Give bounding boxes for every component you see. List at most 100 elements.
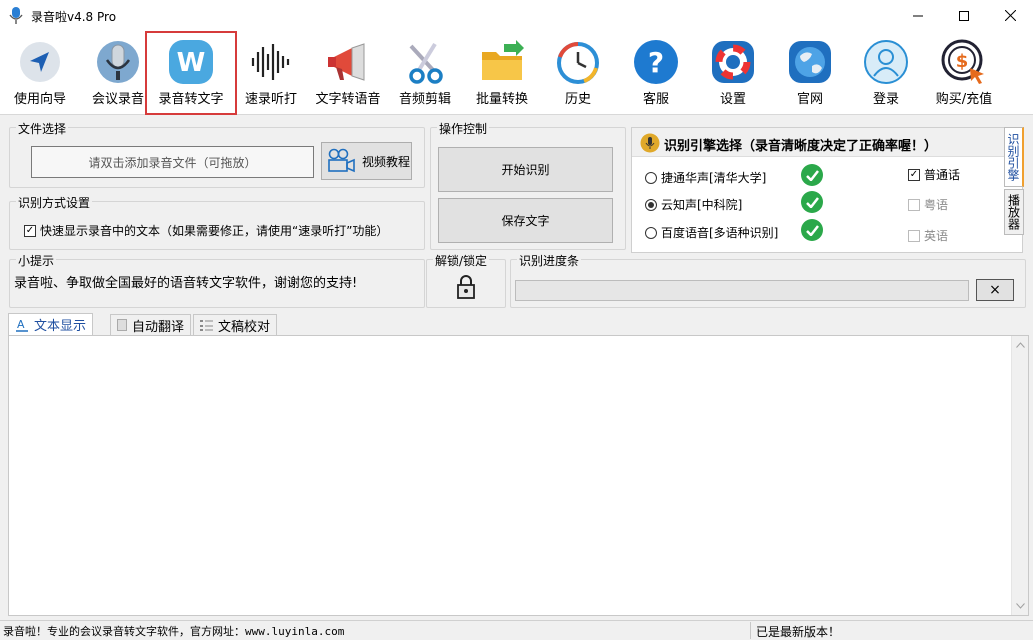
- engine-option-label: 百度语音[多语种识别]: [661, 226, 779, 240]
- w-logo-icon: W: [169, 40, 213, 84]
- check-circle-icon: [801, 191, 823, 213]
- cancel-progress-button[interactable]: ×: [976, 279, 1014, 301]
- tab-label: 文本显示: [34, 319, 87, 334]
- close-icon: [1004, 10, 1016, 21]
- minimize-button[interactable]: [895, 0, 941, 31]
- file-select-title: 文件选择: [16, 120, 69, 137]
- toolbar-speed-typing[interactable]: 速录听打: [237, 31, 305, 115]
- globe-icon: [789, 41, 831, 83]
- main-toolbar: 使用向导 会议录音 W 录音转文字 速录听打 文字转语音 音频剪辑 批量转换 历…: [0, 31, 1033, 115]
- language-mandarin-checkbox[interactable]: ✓ 普通话: [908, 166, 960, 183]
- toolbar-website[interactable]: 官网: [776, 31, 844, 115]
- fast-display-checkbox[interactable]: ✓ 快速显示录音中的文本（如果需要修正，请使用“速录听打”功能）: [24, 222, 388, 239]
- status-right-text: 已是最新版本！: [756, 625, 841, 639]
- tab-label: 文稿校对: [218, 319, 271, 335]
- maximize-button[interactable]: [941, 0, 987, 31]
- app-logo-icon: [9, 7, 23, 24]
- toolbar-text-to-speech[interactable]: 文字转语音: [309, 31, 387, 115]
- video-tutorial-label: 视频教程: [362, 154, 411, 169]
- tip-title: 小提示: [16, 252, 57, 269]
- language-label: 英语: [924, 229, 949, 243]
- tip-text: 录音啦、争取做全国最好的语音转文字软件，谢谢您的支持!: [14, 276, 358, 291]
- document-icon: [117, 319, 127, 331]
- engine-option-label: 捷通华声[清华大学]: [661, 171, 767, 185]
- progress-title: 识别进度条: [517, 252, 582, 269]
- list-icon: [200, 319, 213, 331]
- video-tutorial-button[interactable]: 视频教程: [321, 142, 412, 180]
- toolbar-support[interactable]: ? 客服: [622, 31, 690, 115]
- title-bar: 录音啦v4.8 Pro: [0, 0, 1033, 31]
- engine-option-label: 云知声[中科院]: [661, 198, 743, 212]
- window-title: 录音啦v4.8 Pro: [31, 10, 117, 24]
- text-a-icon: A: [16, 318, 28, 332]
- svg-text:W: W: [177, 48, 206, 78]
- scroll-up-icon[interactable]: [1016, 342, 1025, 348]
- checkbox-checked-icon: ✓: [24, 224, 36, 237]
- engine-option-baidu[interactable]: 百度语音[多语种识别]: [645, 224, 778, 241]
- lock-title: 解锁/锁定: [433, 252, 490, 269]
- close-button[interactable]: [987, 0, 1033, 31]
- tab-proofread[interactable]: 文稿校对: [193, 314, 278, 335]
- toolbar-audio-to-text[interactable]: W 录音转文字: [145, 31, 237, 115]
- text-display-area[interactable]: [8, 335, 1029, 616]
- padlock-icon[interactable]: [455, 274, 477, 300]
- checkbox-icon: [908, 198, 920, 211]
- maximize-icon: [959, 10, 969, 21]
- history-clock-icon: [557, 42, 599, 84]
- status-left-text: 录音啦！专业的会议录音转文字软件，官方网址：www.luyinla.com: [3, 625, 345, 638]
- toolbar-guide[interactable]: 使用向导: [4, 31, 76, 115]
- svg-text:A: A: [17, 318, 25, 331]
- toolbar-history[interactable]: 历史: [544, 31, 612, 115]
- engine-option-jietong[interactable]: 捷通华声[清华大学]: [645, 169, 766, 186]
- add-audio-file-button[interactable]: 请双击添加录音文件（可拖放）: [31, 146, 314, 178]
- megaphone-icon: [328, 43, 365, 81]
- radio-icon: [645, 226, 657, 239]
- checkbox-checked-icon: ✓: [908, 168, 920, 181]
- toolbar-meeting-record[interactable]: 会议录音: [82, 31, 154, 115]
- cursor-arrow-icon: [20, 42, 60, 82]
- minimize-icon: [913, 15, 923, 16]
- status-divider: [750, 622, 751, 639]
- toolbar-login[interactable]: 登录: [852, 31, 920, 115]
- svg-text:$: $: [956, 51, 969, 72]
- svg-text:?: ?: [648, 46, 664, 79]
- scissors-icon: [409, 42, 443, 84]
- video-camera-icon: [328, 148, 355, 173]
- status-bar: 录音啦！专业的会议录音转文字软件，官方网址：www.luyinla.com 已是…: [0, 620, 1033, 639]
- engine-mic-icon: [640, 133, 660, 153]
- dollar-cursor-icon: $: [941, 39, 984, 84]
- scroll-down-icon[interactable]: [1016, 603, 1025, 609]
- check-circle-icon: [801, 164, 823, 186]
- vertical-scrollbar[interactable]: [1011, 336, 1028, 615]
- soundwave-icon: [251, 44, 290, 80]
- language-english-checkbox[interactable]: 英语: [908, 227, 948, 244]
- toolbar-audio-edit[interactable]: 音频剪辑: [391, 31, 459, 115]
- help-icon: ?: [634, 40, 678, 84]
- engine-title: 识别引擎选择（录音清晰度决定了正确率喔！）: [664, 139, 938, 154]
- recognize-progress-bar: [515, 280, 969, 301]
- side-tab-player[interactable]: 播放器: [1004, 189, 1024, 235]
- toolbar-purchase[interactable]: $ 购买/充值: [926, 31, 1002, 115]
- engine-option-yunzhisheng[interactable]: 云知声[中科院]: [645, 196, 742, 213]
- check-circle-icon: [801, 219, 823, 241]
- toolbar-settings[interactable]: 设置: [699, 31, 767, 115]
- recognize-mode-title: 识别方式设置: [16, 194, 93, 211]
- radio-selected-icon: [645, 198, 657, 211]
- start-recognize-button[interactable]: 开始识别: [438, 147, 613, 192]
- user-icon: [864, 40, 908, 84]
- microphone-icon: [97, 41, 139, 83]
- language-label: 普通话: [924, 168, 961, 182]
- language-cantonese-checkbox[interactable]: 粤语: [908, 196, 948, 213]
- tab-text-display[interactable]: A 文本显示: [8, 313, 94, 335]
- operation-title: 操作控制: [437, 120, 490, 137]
- folder-icon: [482, 40, 524, 80]
- language-label: 粤语: [924, 198, 949, 212]
- lifebuoy-icon: [712, 41, 754, 83]
- tab-auto-translate[interactable]: 自动翻译: [110, 314, 192, 335]
- checkbox-icon: [908, 229, 920, 242]
- save-text-button[interactable]: 保存文字: [438, 198, 613, 243]
- radio-icon: [645, 171, 657, 184]
- toolbar-batch-convert[interactable]: 批量转换: [467, 31, 537, 115]
- tab-label: 自动翻译: [132, 319, 185, 335]
- side-tab-engine[interactable]: 识别引擎: [1004, 127, 1024, 187]
